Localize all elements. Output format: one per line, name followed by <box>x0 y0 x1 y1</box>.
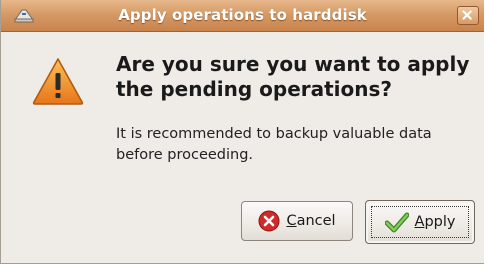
cancel-button-label: Cancel <box>286 213 336 229</box>
dialog-headline: Are you sure you want to apply the pendi… <box>116 52 470 101</box>
dialog-body-text: It is recommended to backup valuable dat… <box>116 126 432 163</box>
apply-button-label: Apply <box>414 214 456 230</box>
close-icon <box>462 10 472 20</box>
title-bar[interactable]: Apply operations to harddisk <box>1 0 484 32</box>
apply-button[interactable]: Apply <box>365 200 475 244</box>
checkmark-icon <box>384 212 409 233</box>
window-title: Apply operations to harddisk <box>118 6 367 24</box>
close-button[interactable] <box>457 6 479 25</box>
apply-operations-dialog: Apply operations to harddisk Are you sur… <box>0 0 484 264</box>
cancel-icon <box>258 210 280 232</box>
warning-icon <box>32 58 84 105</box>
cancel-button[interactable]: Cancel <box>241 201 353 241</box>
